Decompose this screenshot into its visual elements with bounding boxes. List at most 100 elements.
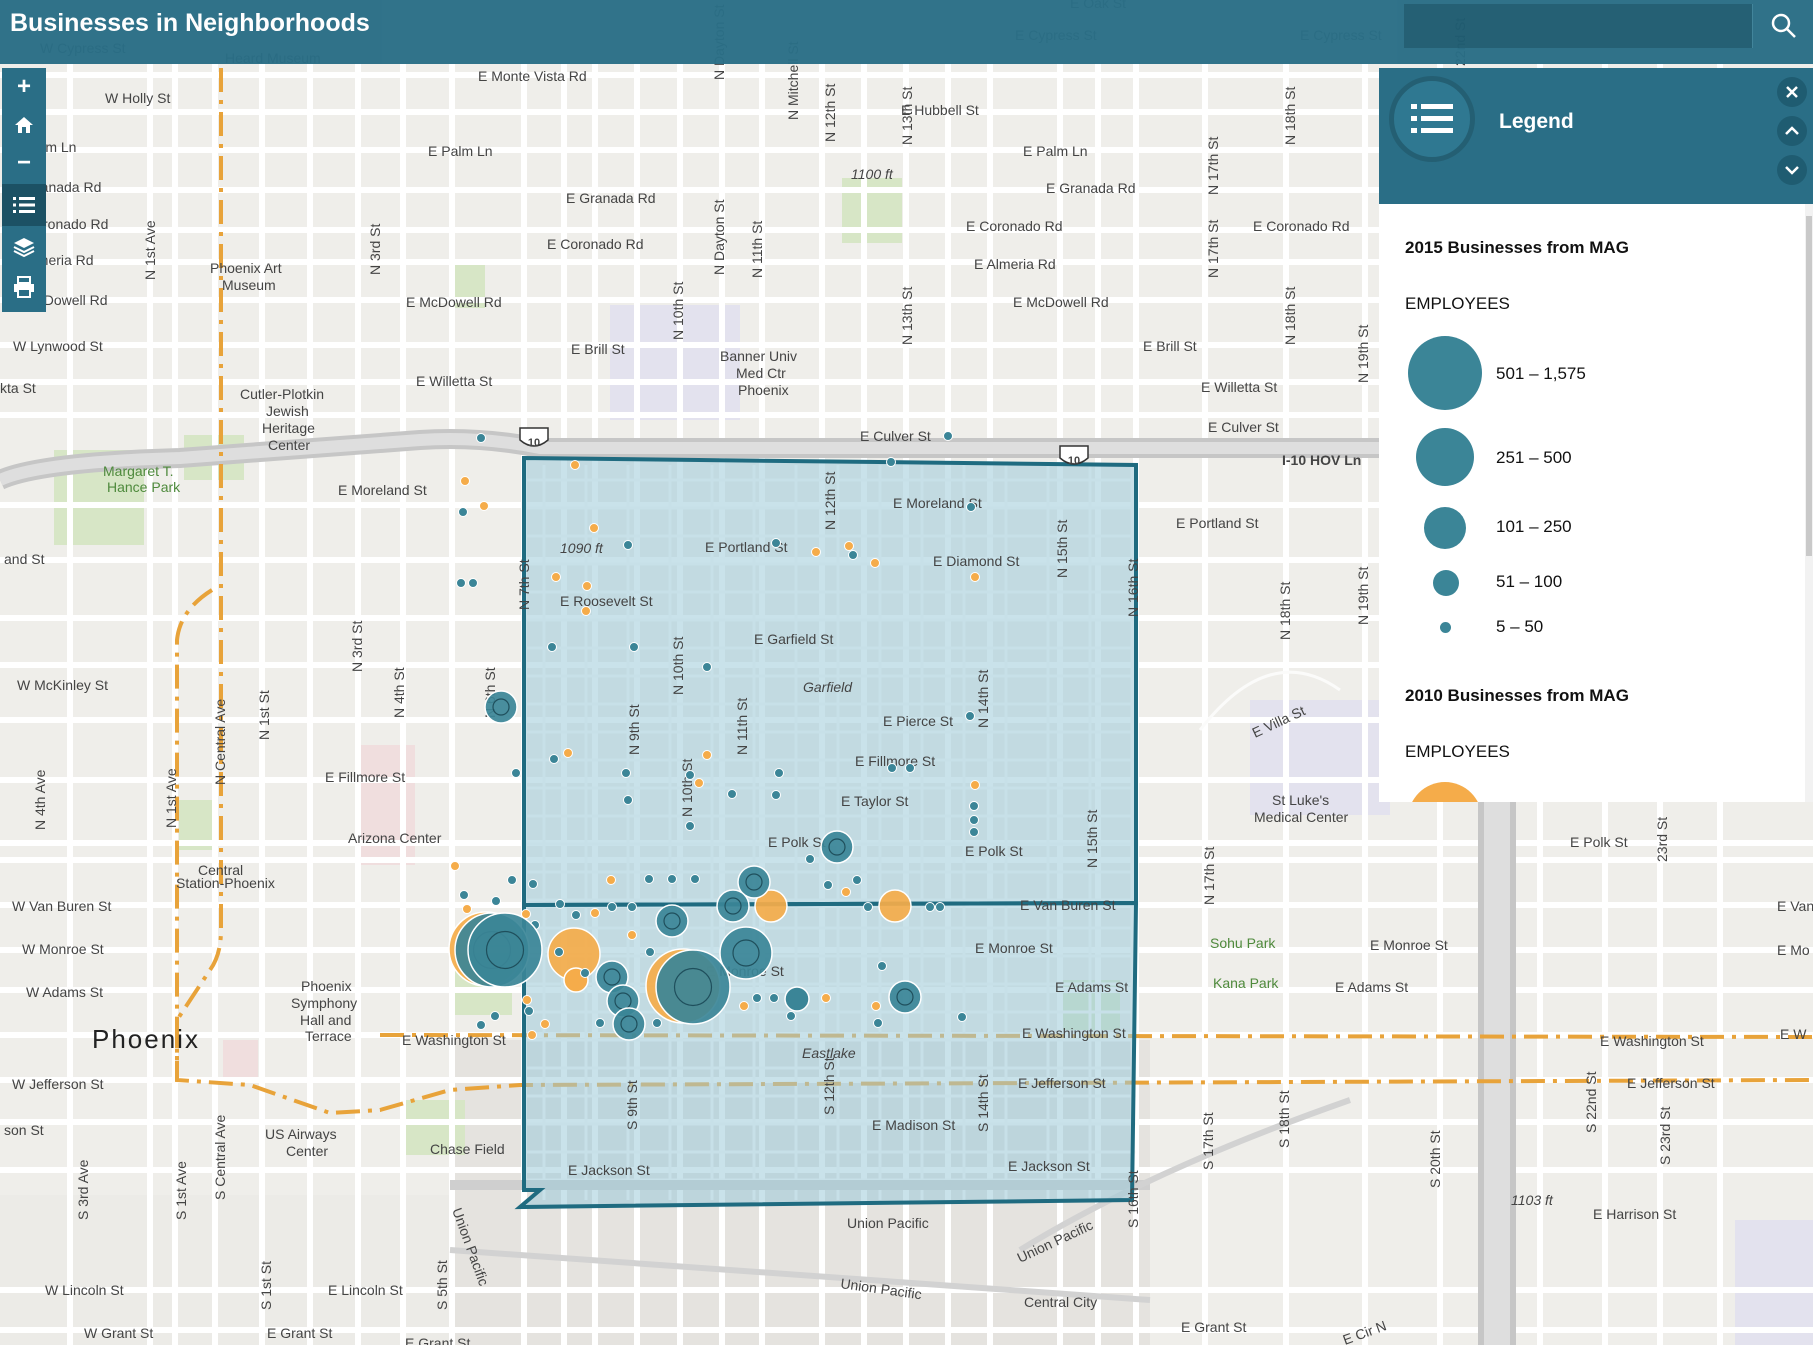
business-point-2010[interactable] [460, 476, 470, 486]
business-point-2015[interactable] [769, 993, 779, 1003]
business-point-2015[interactable] [467, 912, 543, 988]
business-point-2010[interactable] [570, 460, 580, 470]
business-point-2010[interactable] [462, 904, 472, 914]
business-point-2015[interactable] [943, 431, 953, 441]
business-point-2015[interactable] [820, 830, 854, 864]
business-point-2015[interactable] [774, 768, 784, 778]
business-point-2015[interactable] [852, 875, 862, 885]
business-point-2015[interactable] [863, 902, 873, 912]
legend-close-button[interactable] [1777, 77, 1807, 107]
legend-scrollbar-thumb[interactable] [1806, 216, 1812, 556]
business-point-2015[interactable] [957, 1012, 967, 1022]
business-point-2015[interactable] [886, 457, 896, 467]
business-point-2015[interactable] [716, 889, 750, 923]
business-point-2015[interactable] [571, 910, 581, 920]
business-point-2015[interactable] [877, 961, 887, 971]
business-point-2015[interactable] [969, 801, 979, 811]
business-point-2015[interactable] [873, 1018, 883, 1028]
legend-collapse-up-button[interactable] [1777, 116, 1807, 146]
business-point-2010[interactable] [694, 778, 704, 788]
business-point-2010[interactable] [821, 993, 831, 1003]
business-point-2015[interactable] [752, 993, 762, 1003]
business-point-2015[interactable] [652, 1018, 662, 1028]
business-point-2015[interactable] [969, 815, 979, 825]
business-point-2010[interactable] [606, 875, 616, 885]
business-point-2010[interactable] [590, 908, 600, 918]
business-point-2010[interactable] [627, 930, 637, 940]
business-point-2015[interactable] [655, 904, 689, 938]
business-point-2010[interactable] [871, 1001, 881, 1011]
business-point-2015[interactable] [702, 662, 712, 672]
business-point-2015[interactable] [784, 986, 810, 1012]
business-point-2015[interactable] [966, 502, 976, 512]
business-point-2010[interactable] [970, 572, 980, 582]
business-point-2010[interactable] [551, 572, 561, 582]
business-point-2010[interactable] [841, 887, 851, 897]
business-point-2015[interactable] [547, 642, 557, 652]
business-point-2015[interactable] [621, 768, 631, 778]
business-point-2010[interactable] [582, 581, 592, 591]
business-point-2010[interactable] [527, 1030, 537, 1040]
business-point-2015[interactable] [655, 949, 731, 1025]
business-point-2015[interactable] [456, 578, 466, 588]
business-point-2015[interactable] [925, 902, 935, 912]
business-point-2010[interactable] [702, 750, 712, 760]
business-point-2010[interactable] [540, 1019, 550, 1029]
business-point-2010[interactable] [479, 501, 489, 511]
business-point-2010[interactable] [844, 541, 854, 551]
business-point-2015[interactable] [935, 902, 945, 912]
business-point-2010[interactable] [870, 558, 880, 568]
business-point-2015[interactable] [645, 947, 655, 957]
business-point-2015[interactable] [786, 1011, 796, 1021]
zoom-in-button[interactable]: + [2, 68, 46, 106]
business-point-2015[interactable] [555, 899, 565, 909]
business-point-2010[interactable] [739, 1001, 749, 1011]
business-point-2010[interactable] [811, 547, 821, 557]
zoom-out-button[interactable]: − [2, 144, 46, 182]
business-point-2015[interactable] [490, 1011, 500, 1021]
home-button[interactable] [2, 106, 46, 144]
print-button[interactable] [2, 268, 46, 306]
business-point-2010[interactable] [522, 995, 532, 1005]
business-point-2015[interactable] [629, 642, 639, 652]
business-point-2015[interactable] [623, 540, 633, 550]
business-point-2015[interactable] [887, 763, 897, 773]
business-point-2015[interactable] [507, 875, 517, 885]
business-point-2015[interactable] [965, 711, 975, 721]
search-input[interactable] [1404, 4, 1752, 48]
business-point-2015[interactable] [690, 874, 700, 884]
business-point-2015[interactable] [476, 1020, 486, 1030]
business-point-2015[interactable] [685, 770, 695, 780]
business-point-2015[interactable] [644, 874, 654, 884]
business-point-2015[interactable] [623, 795, 633, 805]
business-point-2015[interactable] [771, 790, 781, 800]
business-point-2015[interactable] [549, 754, 559, 764]
business-point-2015[interactable] [458, 507, 468, 517]
business-point-2010[interactable] [450, 861, 460, 871]
business-point-2010[interactable] [878, 889, 912, 923]
business-point-2010[interactable] [581, 606, 591, 616]
business-point-2015[interactable] [595, 1018, 605, 1028]
layers-button[interactable] [2, 228, 46, 266]
business-point-2015[interactable] [888, 980, 922, 1014]
business-point-2015[interactable] [612, 1007, 646, 1041]
search-button[interactable] [1752, 4, 1813, 48]
business-point-2015[interactable] [511, 768, 521, 778]
business-point-2015[interactable] [476, 433, 486, 443]
business-point-2015[interactable] [848, 550, 858, 560]
business-point-2015[interactable] [607, 902, 617, 912]
business-point-2015[interactable] [719, 926, 773, 980]
legend-collapse-down-button[interactable] [1777, 155, 1807, 185]
business-point-2010[interactable] [563, 748, 573, 758]
business-point-2015[interactable] [667, 874, 677, 884]
business-point-2015[interactable] [823, 880, 833, 890]
business-point-2015[interactable] [528, 879, 538, 889]
business-point-2015[interactable] [805, 854, 815, 864]
business-point-2010[interactable] [589, 523, 599, 533]
business-point-2010[interactable] [970, 780, 980, 790]
business-point-2015[interactable] [969, 827, 979, 837]
business-point-2015[interactable] [459, 890, 469, 900]
legend-body[interactable]: 2015 Businesses from MAG EMPLOYEES 501 –… [1379, 204, 1803, 802]
business-point-2015[interactable] [580, 968, 590, 978]
business-point-2015[interactable] [727, 789, 737, 799]
